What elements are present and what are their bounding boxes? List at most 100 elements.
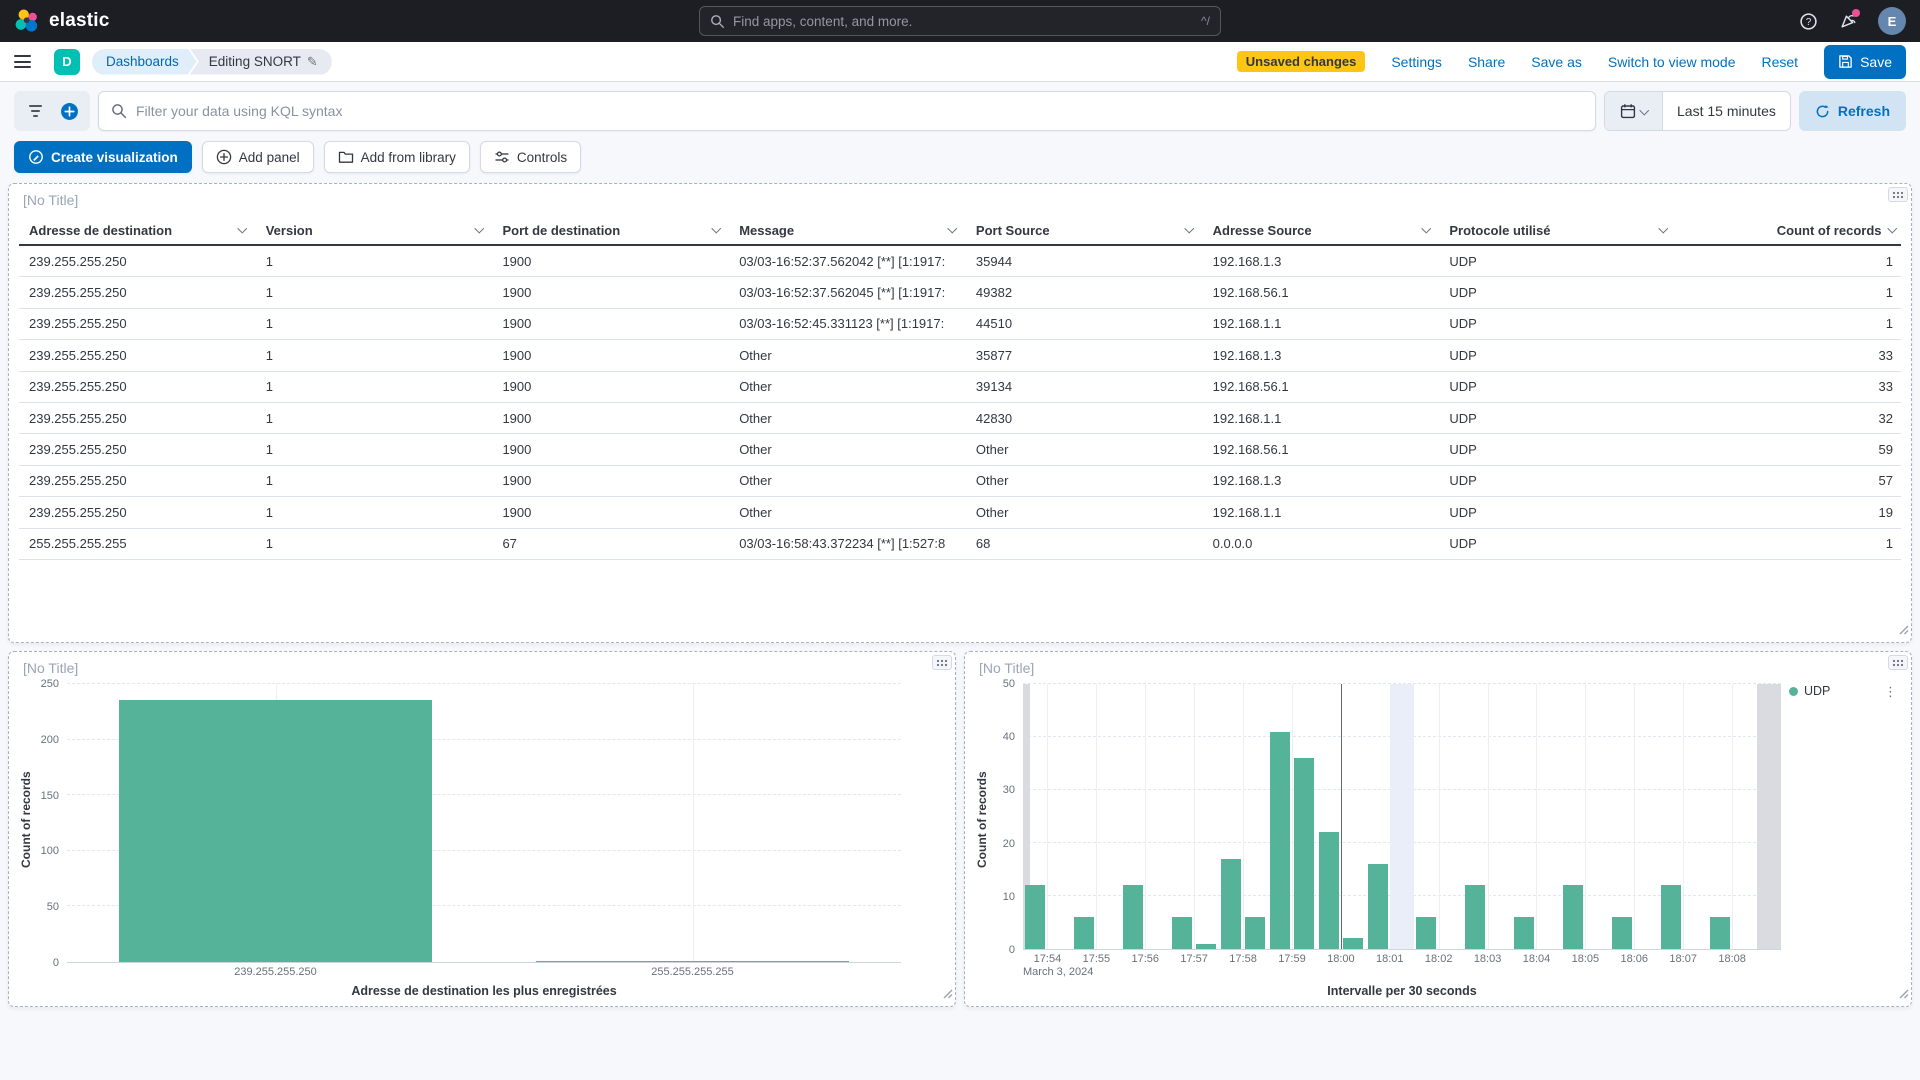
bar[interactable] <box>1563 885 1583 949</box>
column-header-label: Count of records <box>1777 223 1882 238</box>
bar[interactable] <box>1661 885 1681 949</box>
bar[interactable] <box>1196 944 1216 949</box>
bar[interactable] <box>1416 917 1436 949</box>
panel-drag-handle[interactable] <box>1888 187 1908 202</box>
panel-title: [No Title] <box>979 660 1034 676</box>
bar[interactable] <box>1172 917 1192 949</box>
column-header-4[interactable]: Message <box>729 223 966 238</box>
table-cell: Other <box>729 442 966 457</box>
bar[interactable] <box>1368 864 1388 949</box>
bar[interactable] <box>119 700 432 962</box>
switch-to-view-mode-link[interactable]: Switch to view mode <box>1608 54 1736 70</box>
breadcrumb-current[interactable]: Editing SNORT ✎ <box>190 49 332 75</box>
y-tick-label: 200 <box>41 734 59 746</box>
create-visualization-button[interactable]: Create visualization <box>14 141 192 173</box>
global-search-input[interactable] <box>733 14 1193 29</box>
edit-pencil-icon[interactable]: ✎ <box>307 54 318 70</box>
saved-query-menu-button[interactable] <box>18 95 52 127</box>
table-row[interactable]: 239.255.255.25011900OtherOther192.168.1.… <box>19 497 1901 528</box>
bar[interactable] <box>1221 859 1241 949</box>
table-cell: 192.168.56.1 <box>1203 442 1440 457</box>
x-tick-label: 18:00 <box>1327 953 1355 965</box>
sort-chevron-icon <box>1887 224 1896 233</box>
reset-link[interactable]: Reset <box>1762 54 1799 70</box>
bar[interactable] <box>1710 917 1730 949</box>
table-row[interactable]: 239.255.255.25011900OtherOther192.168.1.… <box>19 466 1901 497</box>
kql-filter-bar[interactable] <box>98 91 1596 131</box>
panel-resize-handle[interactable] <box>1898 986 1909 1004</box>
column-header-6[interactable]: Adresse Source <box>1203 223 1440 238</box>
y-axis-title: Count of records <box>17 684 35 956</box>
global-search[interactable]: ^/ <box>699 6 1221 36</box>
newsfeed-icon[interactable] <box>1838 11 1858 31</box>
space-badge[interactable]: D <box>54 49 80 75</box>
save-button[interactable]: Save <box>1824 45 1906 79</box>
gridline <box>67 683 901 684</box>
column-header-label: Port Source <box>976 223 1050 238</box>
add-filter-button[interactable] <box>52 95 86 127</box>
calendar-menu-button[interactable] <box>1605 92 1663 130</box>
bar[interactable] <box>1074 917 1094 949</box>
add-panel-button[interactable]: Add panel <box>202 141 314 173</box>
elastic-logo[interactable]: elastic <box>14 8 110 34</box>
table-row[interactable]: 239.255.255.25011900Other39134192.168.56… <box>19 372 1901 403</box>
calendar-icon <box>1620 103 1636 119</box>
panel-drag-handle[interactable] <box>932 655 952 670</box>
table-row[interactable]: 239.255.255.25011900Other35877192.168.1.… <box>19 340 1901 371</box>
bar[interactable] <box>1514 917 1534 949</box>
legend-label[interactable]: UDP <box>1804 684 1830 698</box>
breadcrumb-dashboards[interactable]: Dashboards <box>92 49 197 75</box>
panel-resize-handle[interactable] <box>942 986 953 1004</box>
bar[interactable] <box>1025 885 1045 949</box>
gridline <box>693 684 694 962</box>
column-header-3[interactable]: Port de destination <box>492 223 729 238</box>
table-cell: Other <box>729 348 966 363</box>
dashboard-top-nav: D Dashboards Editing SNORT ✎ Unsaved cha… <box>0 42 1920 82</box>
add-from-library-button[interactable]: Add from library <box>324 141 470 173</box>
refresh-button[interactable]: Refresh <box>1799 91 1906 131</box>
table-row[interactable]: 239.255.255.2501190003/03-16:52:37.56204… <box>19 246 1901 277</box>
drag-dots-icon <box>1892 191 1904 199</box>
y-tick-label: 150 <box>41 790 59 802</box>
column-header-1[interactable]: Adresse de destination <box>19 223 256 238</box>
kql-input[interactable] <box>136 103 1583 119</box>
column-header-2[interactable]: Version <box>256 223 493 238</box>
table-row[interactable]: 239.255.255.2501190003/03-16:52:37.56204… <box>19 277 1901 308</box>
bar[interactable] <box>1245 917 1265 949</box>
bar[interactable] <box>1123 885 1143 949</box>
right-chart-xticks: 17:5417:5517:5617:5717:5817:5918:0018:01… <box>1023 950 1781 981</box>
y-tick-label: 50 <box>1003 678 1015 690</box>
menu-icon[interactable] <box>14 47 44 77</box>
panel-resize-handle[interactable] <box>1898 622 1909 640</box>
panel-drag-handle[interactable] <box>1888 655 1908 670</box>
drag-dots-icon <box>936 659 948 667</box>
table-cell: 192.168.1.1 <box>1203 505 1440 520</box>
table-cell: 1 <box>256 536 493 551</box>
settings-link[interactable]: Settings <box>1391 54 1442 70</box>
column-header-5[interactable]: Port Source <box>966 223 1203 238</box>
legend-more-icon[interactable]: ⋮ <box>1884 685 1897 698</box>
avatar[interactable]: E <box>1878 7 1906 35</box>
y-tick-label: 40 <box>1003 731 1015 743</box>
time-range-value[interactable]: Last 15 minutes <box>1663 92 1790 130</box>
share-link[interactable]: Share <box>1468 54 1505 70</box>
bar[interactable] <box>1319 832 1339 949</box>
table-cell: 239.255.255.250 <box>19 285 256 300</box>
table-row[interactable]: 255.255.255.25516703/03-16:58:43.372234 … <box>19 529 1901 560</box>
bar[interactable] <box>1294 758 1314 949</box>
bar[interactable] <box>1270 732 1290 949</box>
table-row[interactable]: 239.255.255.2501190003/03-16:52:45.33112… <box>19 309 1901 340</box>
controls-button[interactable]: Controls <box>480 141 581 173</box>
table-row[interactable]: 239.255.255.25011900Other42830192.168.1.… <box>19 403 1901 434</box>
table-row[interactable]: 239.255.255.25011900OtherOther192.168.56… <box>19 434 1901 465</box>
table-cell: 59 <box>1676 442 1901 457</box>
save-as-link[interactable]: Save as <box>1531 54 1582 70</box>
column-header-8[interactable]: Count of records <box>1676 223 1901 238</box>
bar[interactable] <box>536 961 849 962</box>
bar[interactable] <box>1343 938 1363 949</box>
bar[interactable] <box>1612 917 1632 949</box>
table-cell: 192.168.1.3 <box>1203 254 1440 269</box>
help-icon[interactable]: ? <box>1798 11 1818 31</box>
column-header-7[interactable]: Protocole utilisé <box>1439 223 1676 238</box>
bar[interactable] <box>1465 885 1485 949</box>
